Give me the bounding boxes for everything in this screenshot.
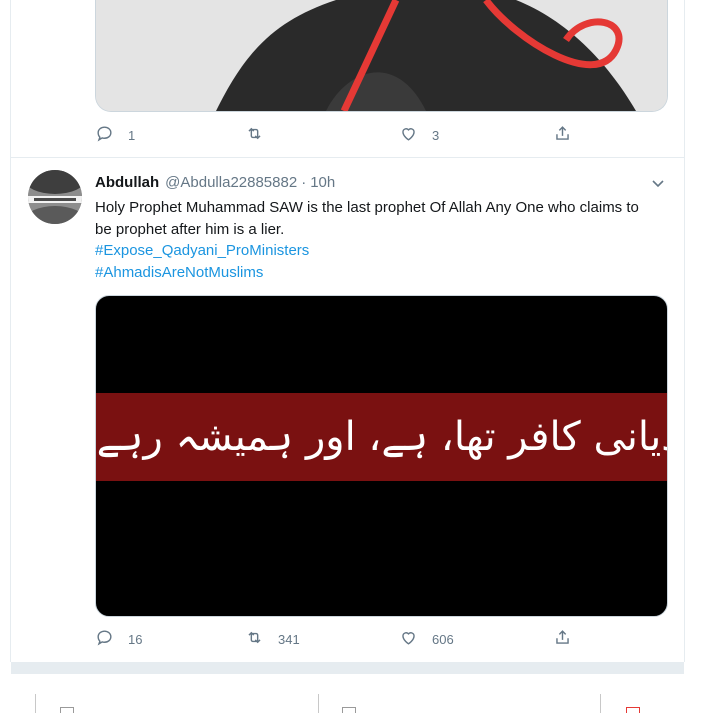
document-icon[interactable]: [60, 707, 74, 713]
retweet-button[interactable]: 341: [245, 627, 300, 651]
previous-tweet-photo: [96, 0, 667, 111]
media-banner-text: قادیانی کافر تھا، ہے، اور ہمیشہ رہے گا: [96, 414, 667, 460]
like-icon: [399, 628, 418, 650]
twitter-timeline: 1 3 Abdullah @Abdulla22885882 · 10h Holy…: [0, 0, 713, 713]
taskbar-strip: [0, 688, 713, 713]
tweet-divider: [11, 157, 684, 158]
timeline-right-border: [684, 0, 685, 662]
hashtag-link[interactable]: #Expose_Qadyani_ProMinisters: [95, 240, 655, 262]
tweet-body: Holy Prophet Muhammad SAW is the last pr…: [95, 197, 655, 283]
like-count: 3: [432, 127, 440, 143]
timeline-left-border: [10, 0, 11, 662]
like-icon: [399, 124, 418, 146]
retweet-count: 341: [278, 631, 300, 647]
hashtag-link[interactable]: #AhmadisAreNotMuslims: [95, 262, 655, 284]
tweet-media[interactable]: قادیانی کافر تھا، ہے، اور ہمیشہ رہے گا: [95, 295, 668, 617]
retweet-button[interactable]: [245, 123, 278, 147]
taskbar-separator: [318, 694, 319, 713]
tweet-header: Abdullah @Abdulla22885882 · 10h: [95, 171, 335, 193]
author-handle[interactable]: @Abdulla22885882: [165, 174, 297, 191]
tweet-actions: 16 341 606: [95, 627, 615, 651]
chevron-down-icon: [650, 178, 666, 195]
like-button[interactable]: 3: [399, 123, 439, 147]
author-name[interactable]: Abdullah: [95, 174, 159, 191]
like-count: 606: [432, 631, 454, 647]
retweet-icon: [245, 628, 264, 650]
avatar[interactable]: [28, 170, 82, 224]
reply-button[interactable]: 16: [95, 627, 142, 651]
reply-icon: [95, 628, 114, 650]
previous-tweet-actions: 1 3: [95, 123, 615, 147]
tweet-menu-button[interactable]: [650, 175, 666, 191]
media-banner: قادیانی کافر تھا، ہے، اور ہمیشہ رہے گا: [96, 393, 667, 481]
like-button[interactable]: 606: [399, 627, 454, 651]
taskbar-separator: [600, 694, 601, 713]
share-icon: [553, 628, 572, 650]
pdf-icon[interactable]: [626, 707, 640, 713]
reply-count: 1: [128, 127, 136, 143]
reply-button[interactable]: 1: [95, 123, 135, 147]
tweet-text: Holy Prophet Muhammad SAW is the last pr…: [95, 199, 639, 238]
reply-count: 16: [128, 631, 143, 647]
share-button[interactable]: [553, 123, 572, 147]
previous-tweet-image[interactable]: [95, 0, 668, 112]
tweet-timestamp[interactable]: 10h: [310, 174, 335, 191]
reply-icon: [95, 124, 114, 146]
share-icon: [553, 124, 572, 146]
retweet-icon: [245, 124, 264, 146]
share-button[interactable]: [553, 627, 572, 651]
header-separator: ·: [301, 173, 307, 191]
timeline-gap: [11, 662, 684, 674]
document-icon[interactable]: [342, 707, 356, 713]
taskbar-separator: [35, 694, 36, 713]
